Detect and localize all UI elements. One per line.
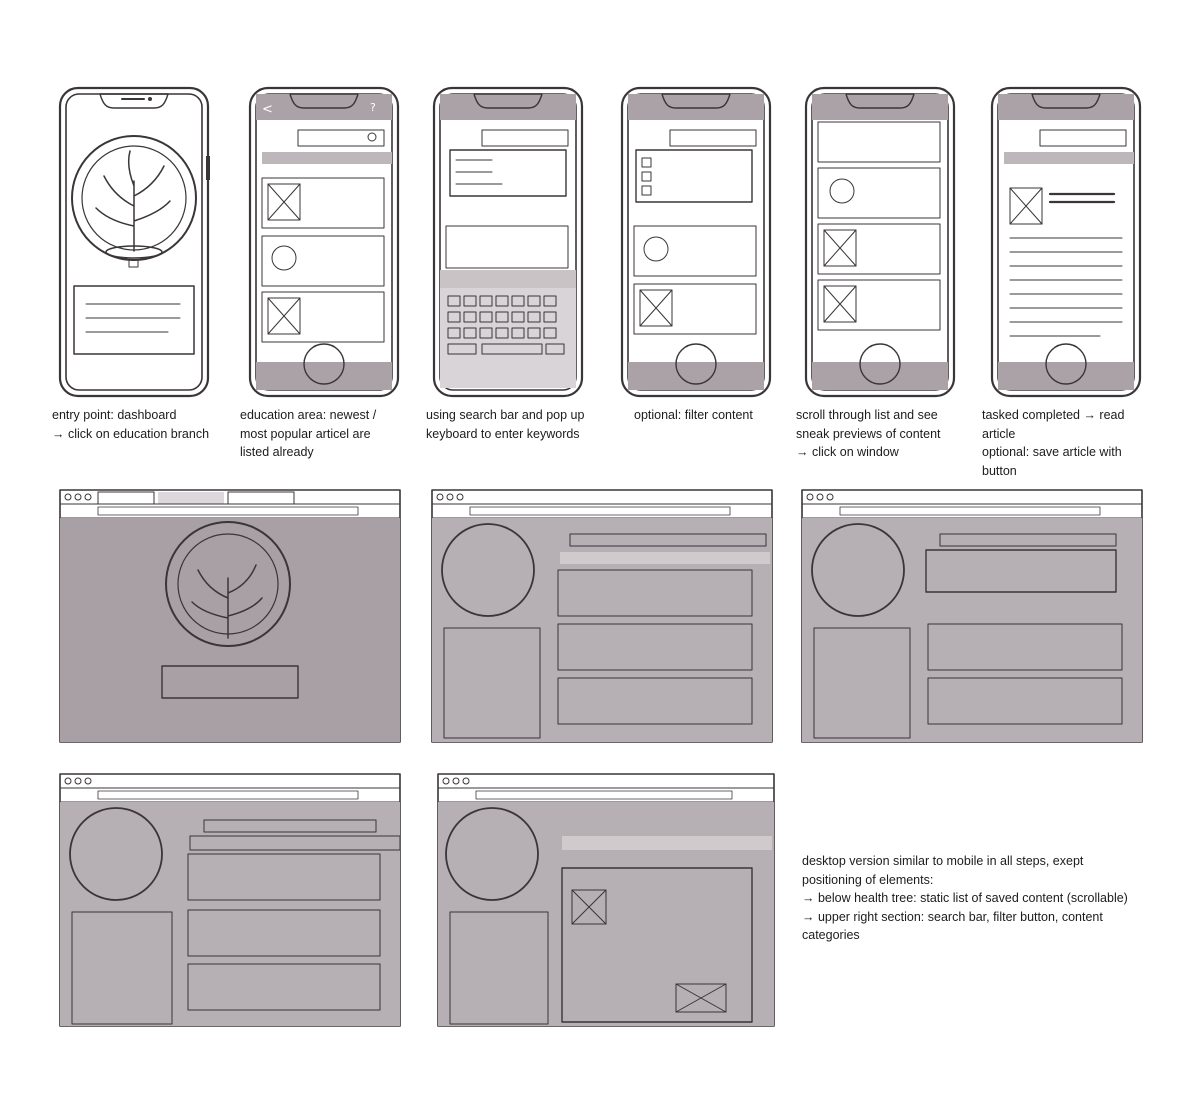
caption-line: most popular articel are <box>240 426 371 441</box>
phone-dashboard-sketch <box>58 86 210 398</box>
caption-line: optional: filter content <box>634 408 753 422</box>
phone-dashboard <box>58 86 210 398</box>
phone-search <box>432 86 584 398</box>
caption-search: using search bar and pop up keyboard to … <box>426 406 584 443</box>
phone-education: < ? <box>248 86 400 398</box>
phone-education-sketch: < ? <box>248 86 400 398</box>
note-line: positioning of elements: <box>802 872 934 887</box>
browser-education-sketch <box>431 489 773 743</box>
browser-education <box>430 488 774 744</box>
caption-line: listed already <box>240 445 314 459</box>
caption-education: education area: newest / most popular ar… <box>240 406 376 462</box>
browser-search <box>800 488 1144 744</box>
browser-dashboard <box>58 488 402 744</box>
caption-dashboard: entry point: dashboard → click on educat… <box>52 406 209 443</box>
back-icon: < <box>262 102 273 117</box>
note-line: categories <box>802 928 860 942</box>
browser-search-sketch <box>801 489 1143 743</box>
phone-scroll <box>804 86 956 398</box>
note-line: → upper right section: search bar, filte… <box>802 909 1103 924</box>
caption-line: article <box>982 426 1016 441</box>
caption-line: tasked completed → read <box>982 408 1125 422</box>
phone-article <box>990 86 1142 398</box>
caption-line: keyboard to enter keywords <box>426 426 580 441</box>
caption-article: tasked completed → read article optional… <box>982 406 1124 480</box>
caption-line: using search bar and pop up <box>426 408 585 422</box>
caption-line: → click on window <box>796 445 899 459</box>
help-icon: ? <box>370 101 376 114</box>
caption-scroll: scroll through list and see sneak previe… <box>796 406 941 462</box>
browser-article-sketch <box>437 773 775 1027</box>
note-line: desktop version similar to mobile in all… <box>802 854 1084 868</box>
phone-scroll-sketch <box>804 86 956 398</box>
desktop-note: desktop version similar to mobile in all… <box>802 852 1128 945</box>
browser-filter <box>58 772 402 1028</box>
phone-filter-sketch <box>620 86 772 398</box>
note-line: → below health tree: static list of save… <box>802 891 1128 905</box>
browser-article <box>436 772 776 1028</box>
caption-filter: optional: filter content <box>634 406 753 425</box>
phone-article-sketch <box>990 86 1142 398</box>
browser-dashboard-sketch <box>59 489 401 743</box>
phone-search-sketch <box>432 86 584 398</box>
caption-line: scroll through list and see <box>796 408 938 422</box>
caption-line: entry point: dashboard <box>52 408 177 422</box>
caption-line: button <box>982 463 1017 478</box>
browser-filter-sketch <box>59 773 401 1027</box>
caption-line: optional: save article with <box>982 445 1122 459</box>
phone-filter <box>620 86 772 398</box>
caption-line: education area: newest / <box>240 408 377 422</box>
caption-line: sneak previews of content <box>796 426 941 441</box>
caption-line: → click on education branch <box>52 426 210 441</box>
